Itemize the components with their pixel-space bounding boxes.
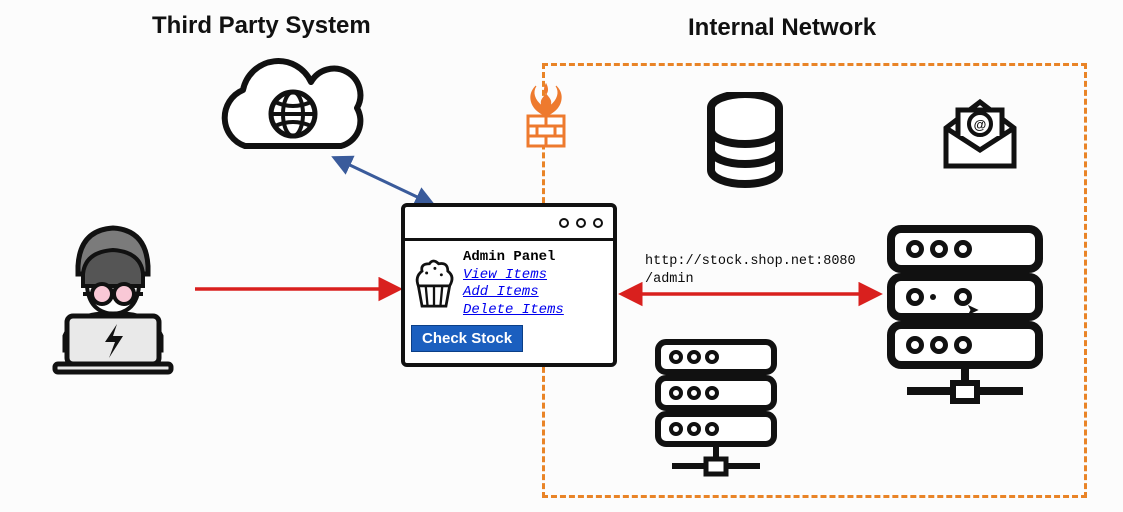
admin-link-add-items[interactable]: Add Items bbox=[463, 284, 564, 302]
arrow-app-to-third-party bbox=[335, 158, 432, 204]
check-stock-button[interactable]: Check Stock bbox=[411, 325, 523, 352]
window-dot-icon bbox=[559, 218, 569, 228]
admin-link-delete-items[interactable]: Delete Items bbox=[463, 302, 564, 320]
web-app-window: Admin Panel View Items Add Items Delete … bbox=[401, 203, 617, 367]
admin-panel-title: Admin Panel bbox=[463, 249, 564, 267]
admin-panel-block: Admin Panel View Items Add Items Delete … bbox=[463, 249, 564, 319]
ssrf-url-label: http://stock.shop.net:8080 /admin bbox=[645, 253, 856, 288]
browser-window-controls bbox=[405, 207, 613, 241]
cupcake-icon bbox=[411, 249, 457, 319]
window-dot-icon bbox=[593, 218, 603, 228]
admin-link-view-items[interactable]: View Items bbox=[463, 267, 564, 285]
window-dot-icon bbox=[576, 218, 586, 228]
